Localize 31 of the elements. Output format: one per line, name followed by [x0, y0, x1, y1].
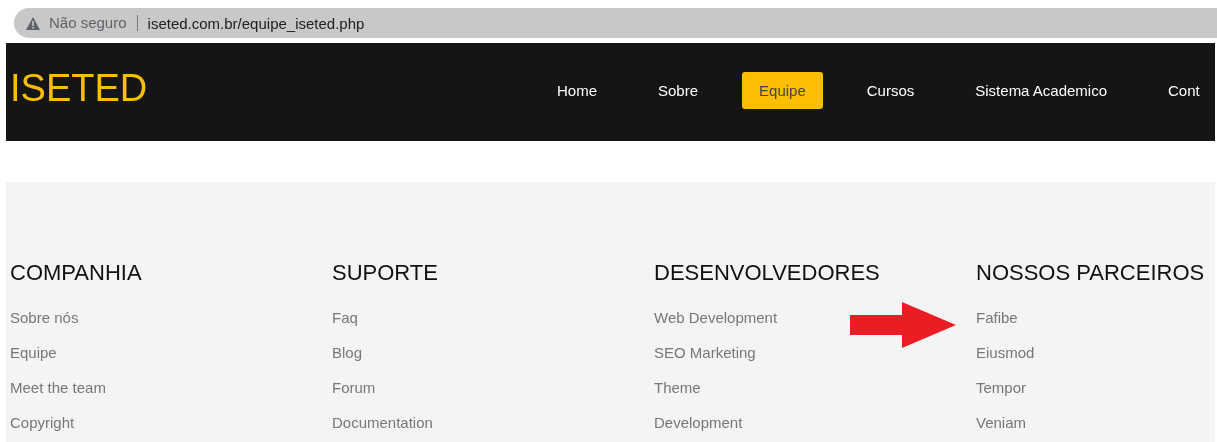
warning-icon	[26, 16, 40, 30]
footer-link[interactable]: Forum	[332, 370, 376, 405]
footer-link[interactable]: Meet the team	[10, 370, 106, 405]
footer-link[interactable]: SEO Marketing	[654, 335, 756, 370]
footer-link[interactable]: Development	[654, 405, 743, 440]
footer-link[interactable]: Fafibe	[976, 300, 1018, 335]
url-text: iseted.com.br/equipe_iseted.php	[147, 14, 365, 32]
footer-link[interactable]: Theme	[654, 370, 701, 405]
nav-link[interactable]: Cursos	[849, 71, 932, 109]
logo[interactable]: ISETED	[6, 66, 540, 110]
nav-link[interactable]: Sistema Academico	[958, 71, 1124, 109]
footer-link[interactable]: Veniam	[976, 405, 1027, 440]
nav-link[interactable]: Home	[540, 71, 614, 109]
nav-link[interactable]: Cont	[1151, 71, 1215, 109]
footer-link[interactable]: Faq	[332, 300, 358, 335]
address-bar[interactable]: Não seguro iseted.com.br/equipe_iseted.php	[14, 8, 1217, 38]
footer-link[interactable]: Web Development	[654, 300, 778, 335]
nav-link[interactable]: Sobre	[641, 71, 716, 109]
footer-link[interactable]: Eiusmod	[976, 335, 1035, 370]
column-heading: DESENVOLVEDORES	[654, 260, 880, 286]
footer-link[interactable]: Copyright	[10, 405, 75, 440]
footer-link[interactable]: Equipe	[10, 335, 57, 370]
security-label: Não seguro	[49, 15, 138, 31]
column-heading: SUPORTE	[332, 260, 438, 286]
footer-link[interactable]: Blog	[332, 335, 363, 370]
column-heading: NOSSOS PARCEIROS	[976, 260, 1205, 286]
footer-link[interactable]: Sobre nós	[10, 300, 79, 335]
footer-link[interactable]: Documentation	[332, 405, 433, 440]
footer-link[interactable]: Tempor	[976, 370, 1027, 405]
column-heading: COMPANHIA	[10, 260, 142, 286]
nav-link[interactable]: Equipe	[742, 71, 823, 109]
